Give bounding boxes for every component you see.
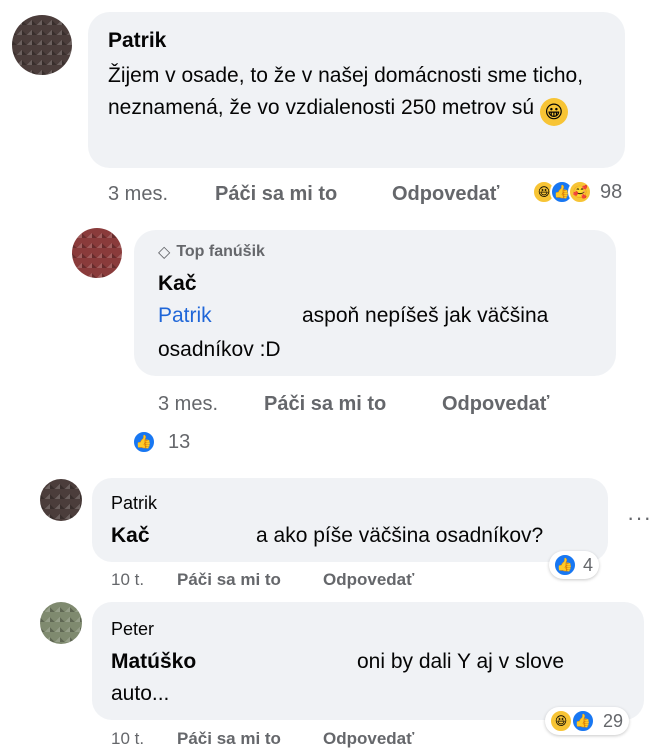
top-fan-badge: ◇ Top fanúšik: [158, 242, 265, 262]
comment-time[interactable]: 3 mes.: [158, 393, 218, 416]
comment-author[interactable]: Kač: [158, 272, 197, 296]
mention-link[interactable]: Matúško: [111, 650, 196, 674]
like-button[interactable]: Páči sa mi to: [215, 183, 337, 206]
mention-link[interactable]: Kač: [111, 524, 150, 548]
like-button[interactable]: Páči sa mi to: [177, 570, 281, 590]
comment-time[interactable]: 3 mes.: [108, 183, 168, 206]
avatar-kac[interactable]: [72, 228, 122, 278]
comment-time[interactable]: 10 t.: [111, 570, 144, 590]
avatar-peter[interactable]: [40, 602, 82, 644]
avatar-patrik[interactable]: [40, 479, 82, 521]
reaction-count: 98: [600, 180, 623, 203]
badge-label: Top fanúšik: [176, 243, 265, 260]
comment-author[interactable]: Patrik: [108, 29, 166, 53]
like-button[interactable]: Páči sa mi to: [177, 729, 281, 749]
comment-text-line2: auto...: [111, 682, 170, 705]
like-icon: 👍: [132, 430, 156, 454]
comment-author[interactable]: Peter: [111, 619, 154, 640]
reaction-summary[interactable]: 👍 4: [549, 551, 600, 579]
reply-button[interactable]: Odpovedať: [323, 570, 414, 590]
like-icon: 👍: [553, 553, 577, 577]
reaction-count: 13: [168, 430, 191, 453]
diamond-icon: ◇: [158, 244, 171, 261]
comment-time[interactable]: 10 t.: [111, 729, 144, 749]
reply-button[interactable]: Odpovedať: [323, 729, 414, 749]
reaction-summary[interactable]: 👍 13: [132, 430, 190, 454]
grinning-emoji-icon: 😀: [539, 98, 568, 126]
haha-icon: 😆: [549, 709, 573, 733]
comment-text: oni by dali Y aj v slove: [357, 650, 565, 673]
comment-bubble-3: [92, 478, 608, 562]
comment-text: Žijem v osade, to že v našej domácnosti …: [108, 60, 608, 126]
reaction-summary[interactable]: 😆 👍 🥰 98: [532, 180, 622, 204]
comment-text-line2: osadníkov :D: [158, 338, 281, 361]
reaction-count: 29: [603, 710, 624, 731]
comment-text: a ako píše väčšina osadníkov?: [256, 524, 544, 547]
like-button[interactable]: Páči sa mi to: [264, 393, 386, 416]
mention-link[interactable]: Patrik: [158, 304, 212, 328]
avatar-patrik[interactable]: [12, 15, 72, 75]
reaction-count: 4: [583, 554, 594, 575]
comment-text: aspoň nepíšeš jak väčšina: [302, 304, 549, 327]
like-icon: 👍: [571, 709, 595, 733]
comment-text-body: Žijem v osade, to že v našej domácnosti …: [108, 64, 584, 119]
reply-button[interactable]: Odpovedať: [392, 183, 499, 206]
comment-author[interactable]: Patrik: [111, 493, 157, 514]
more-options-icon[interactable]: ···: [627, 505, 652, 531]
care-icon: 🥰: [568, 180, 592, 204]
reply-button[interactable]: Odpovedať: [442, 393, 549, 416]
reaction-summary[interactable]: 😆 👍 29: [545, 707, 630, 735]
